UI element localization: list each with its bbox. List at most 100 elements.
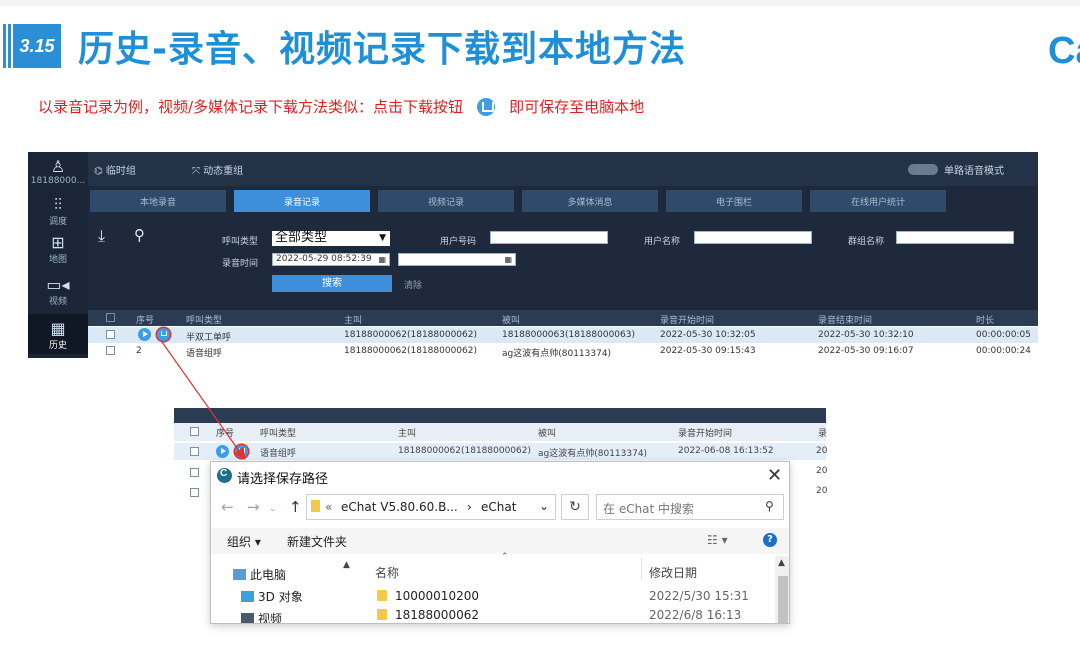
cell-callee: ag这波有点帅(80113374) xyxy=(502,349,612,359)
single-voice-toggle[interactable] xyxy=(908,164,938,175)
save-path-dialog: 请选择保存路径 ✕ ← → ⌄ ↑ « eChat V5.80.60.B... … xyxy=(210,461,790,624)
scroll-up-icon[interactable]: ▲ xyxy=(778,558,785,568)
app-sidebar: ♙ 18188000... ⫶⫶ 调度 ⊞ 地图 ▭◂ 视频 ▦ 历史 xyxy=(28,152,88,358)
back-arrow-icon[interactable]: ← xyxy=(221,498,234,516)
search-input[interactable]: 在 eChat 中搜索 ⚲ xyxy=(596,494,784,520)
instruction-text: 以录音记录为例，视频/多媒体记录下载方法类似：点击下载按钮 即可保存至电脑本地 xyxy=(38,96,644,117)
cell-end: 20 xyxy=(816,466,828,476)
nav-scroll-up-icon[interactable]: ▲ xyxy=(343,560,350,570)
help-icon[interactable]: ? xyxy=(763,533,777,547)
close-icon[interactable]: ✕ xyxy=(767,465,782,486)
play-icon[interactable] xyxy=(138,328,151,341)
download-icon xyxy=(477,97,496,116)
play-icon[interactable] xyxy=(216,445,229,458)
nav-item-3d-objects[interactable]: 3D 对象 xyxy=(241,588,303,605)
col-name[interactable]: 名称 xyxy=(375,564,399,581)
up-arrow-icon[interactable]: ↑ xyxy=(289,498,302,516)
select-all-checkbox[interactable] xyxy=(190,427,199,436)
cell-start: 2022-05-30 10:32:05 xyxy=(660,330,756,340)
file-row[interactable]: 18188000062 2022/6/8 16:13 xyxy=(361,607,781,623)
start-time-input[interactable]: 2022-05-29 08:52:39 ▦ xyxy=(272,253,390,266)
table-row[interactable]: 语音组呼 18188000062(18188000062) ag这波有点帅(80… xyxy=(174,443,827,460)
address-bar[interactable]: « eChat V5.80.60.B... › eChat ⌄ xyxy=(306,494,556,520)
clear-button[interactable]: 清除 xyxy=(404,278,422,291)
sidebar-item-map[interactable]: ⊞ 地图 xyxy=(28,234,88,268)
chevron-down-icon[interactable]: ⌄ xyxy=(269,504,277,514)
col-call-type: 呼叫类型 xyxy=(260,429,297,439)
download-icon[interactable] xyxy=(157,328,170,341)
table-row[interactable]: 半双工单呼 18188000062(18188000062) 181880000… xyxy=(88,327,1038,343)
file-list-scrollbar[interactable]: ▲ xyxy=(775,556,789,623)
sidebar-item-video[interactable]: ▭◂ 视频 xyxy=(28,276,88,310)
call-type-select[interactable]: 全部类型 ▼ xyxy=(272,231,390,246)
filter-area: ⤓ ⚲ 呼叫类型 全部类型 ▼ 用户号码 用户名称 群组名称 录音时间 2022-… xyxy=(88,214,1038,306)
temp-group-button[interactable]: ⌬ 临时组 xyxy=(94,162,136,177)
tab-local-record[interactable]: 本地录音 xyxy=(90,190,226,212)
row-checkbox[interactable] xyxy=(190,488,199,497)
sidebar-item-user[interactable]: ♙ 18188000... xyxy=(28,158,88,192)
calendar-icon: ▦ xyxy=(504,255,512,264)
address-segment-2[interactable]: eChat xyxy=(481,500,516,514)
tab-video[interactable]: 视频记录 xyxy=(378,190,514,212)
forward-arrow-icon[interactable]: → xyxy=(247,498,260,516)
app-topbar: ⌬ 临时组 ⤧ 动态重组 单路语音模式 xyxy=(88,152,1038,186)
refresh-button[interactable]: ↻ xyxy=(561,494,589,520)
end-time-input[interactable]: ▦ xyxy=(398,253,516,266)
row-checkbox[interactable] xyxy=(190,468,199,477)
refresh-icon: ↻ xyxy=(569,499,581,515)
user-number-input[interactable] xyxy=(490,231,608,244)
detail-table-header: 序号 呼叫类型 主叫 被叫 录音开始时间 录 xyxy=(174,423,827,441)
dynamic-regroup-button[interactable]: ⤧ 动态重组 xyxy=(192,162,243,177)
section-number: 3.15 xyxy=(13,24,61,68)
row-checkbox[interactable] xyxy=(106,330,115,339)
dialog-title: 请选择保存路径 xyxy=(237,472,329,487)
search-button[interactable]: 搜索 xyxy=(272,275,392,292)
scroll-thumb[interactable] xyxy=(778,576,788,623)
cell-start: 2022-06-08 16:13:52 xyxy=(678,446,774,456)
tab-geofence[interactable]: 电子围栏 xyxy=(666,190,802,212)
temp-group-label: 临时组 xyxy=(105,166,136,177)
sidebar-item-history[interactable]: ▦ 历史 xyxy=(28,314,88,354)
cube-icon xyxy=(241,591,254,602)
file-modified: 2022/6/8 16:13 xyxy=(649,608,742,622)
video-folder-icon xyxy=(241,613,254,623)
download-icon[interactable] xyxy=(235,445,248,458)
cell-call-type: 语音组呼 xyxy=(260,449,297,459)
tab-multimedia[interactable]: 多媒体消息 xyxy=(522,190,658,212)
computer-icon xyxy=(233,569,246,580)
view-options-icon[interactable]: ☷ ▾ xyxy=(707,533,728,547)
select-all-checkbox[interactable] xyxy=(106,313,115,322)
organize-menu[interactable]: 组织 ▾ xyxy=(227,533,261,550)
nav-item-videos[interactable]: 视频 xyxy=(241,610,282,623)
file-modified: 2022/5/30 15:31 xyxy=(649,589,749,603)
download-all-icon[interactable]: ⤓ xyxy=(98,226,105,246)
col-end-time: 录音结束时间 xyxy=(818,316,873,326)
folder-icon xyxy=(377,590,387,601)
group-name-input[interactable] xyxy=(896,231,1014,244)
cell-caller: 18188000062(18188000062) xyxy=(344,330,477,340)
tab-recording[interactable]: 录音记录 xyxy=(234,190,370,212)
file-name: 10000010200 xyxy=(395,589,479,603)
col-modified[interactable]: 修改日期 xyxy=(649,564,697,581)
user-name-input[interactable] xyxy=(694,231,812,244)
search-icon: ⚲ xyxy=(765,499,774,513)
dialog-titlebar: 请选择保存路径 ✕ xyxy=(211,462,789,490)
nav-item-this-pc[interactable]: 此电脑 xyxy=(233,566,286,583)
table-row[interactable]: 2 语音组呼 18188000062(18188000062) ag这波有点帅(… xyxy=(88,343,1038,359)
row-checkbox[interactable] xyxy=(190,447,199,456)
address-segment-1[interactable]: eChat V5.80.60.B... xyxy=(341,500,458,514)
chevron-down-icon[interactable]: ⌄ xyxy=(539,499,549,513)
file-row[interactable]: 10000010200 2022/5/30 15:31 xyxy=(361,588,781,608)
call-type-value: 全部类型 xyxy=(275,230,328,245)
sidebar-item-dispatch[interactable]: ⫶⫶ 调度 xyxy=(28,196,88,228)
new-folder-button[interactable]: 新建文件夹 xyxy=(287,533,347,550)
map-icon: ⊞ xyxy=(51,233,65,252)
cell-caller: 18188000062(18188000062) xyxy=(344,346,477,356)
record-tabs: 本地录音 录音记录 视频记录 多媒体消息 电子围栏 在线用户统计 xyxy=(88,188,1038,214)
user-name-label: 用户名称 xyxy=(644,237,681,247)
search-icon[interactable]: ⚲ xyxy=(134,226,145,244)
col-start-time: 录音开始时间 xyxy=(660,316,715,326)
sidebar-video-label: 视频 xyxy=(48,297,67,307)
row-checkbox[interactable] xyxy=(106,346,115,355)
tab-online-stats[interactable]: 在线用户统计 xyxy=(810,190,946,212)
